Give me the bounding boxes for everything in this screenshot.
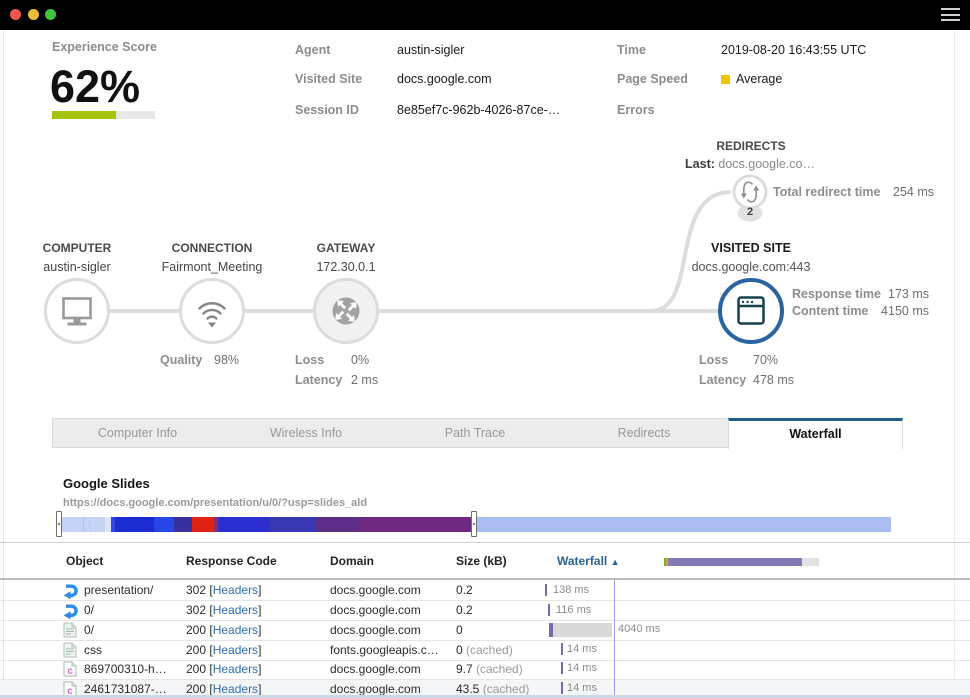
svg-text:c: c xyxy=(67,666,73,677)
